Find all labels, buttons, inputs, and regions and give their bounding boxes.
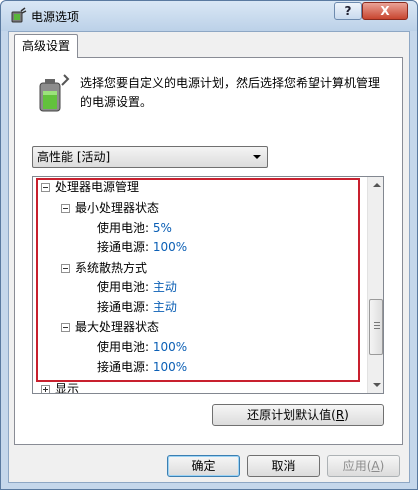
grip-line (374, 322, 380, 323)
setting-label: 接通电源: (97, 300, 150, 314)
tree-item-system-cooling[interactable]: 系统散热方式 (75, 259, 147, 277)
apply-button: 应用(A) (327, 455, 400, 477)
tree-item-min-battery[interactable]: 使用电池: 5% (97, 219, 172, 237)
tree-item-max-processor-state[interactable]: 最大处理器状态 (75, 318, 159, 336)
power-plan-selected-value: 高性能 [活动] (37, 150, 111, 164)
grip-line (374, 328, 380, 329)
ok-button[interactable]: 确定 (167, 455, 240, 477)
button-label-suffix: ) (344, 408, 349, 422)
tree-item-processor-power[interactable]: 处理器电源管理 (55, 178, 139, 196)
power-plan-select[interactable]: 高性能 [活动] (32, 146, 268, 168)
collapse-icon[interactable] (61, 323, 70, 332)
tree-item-display[interactable]: 显示 (55, 380, 79, 393)
setting-label: 使用电池: (97, 340, 150, 354)
setting-value[interactable]: 5% (153, 221, 172, 235)
tab-advanced-settings[interactable]: 高级设置 (14, 34, 78, 58)
restore-defaults-button[interactable]: 还原计划默认值(R) (212, 404, 384, 426)
setting-value[interactable]: 100% (153, 360, 187, 374)
button-accesskey: A (371, 459, 380, 473)
setting-label: 使用电池: (97, 221, 150, 235)
collapse-icon[interactable] (61, 204, 70, 213)
button-accesskey: R (335, 408, 345, 422)
setting-label: 使用电池: (97, 280, 150, 294)
scroll-up-icon[interactable] (373, 183, 381, 187)
close-button[interactable]: X (362, 2, 408, 20)
tree-item-max-plugged[interactable]: 接通电源: 100% (97, 358, 187, 376)
setting-value[interactable]: 主动 (153, 300, 177, 314)
chevron-down-icon[interactable] (253, 155, 261, 159)
setting-label: 接通电源: (97, 240, 150, 254)
window-title: 电源选项 (31, 10, 80, 24)
battery-icon (39, 74, 70, 112)
grip-line (374, 325, 380, 326)
button-label: 应用( (342, 459, 372, 473)
tree-item-min-plugged[interactable]: 接通电源: 100% (97, 238, 187, 256)
setting-label: 接通电源: (97, 360, 150, 374)
scroll-thumb[interactable] (369, 299, 383, 355)
button-label-suffix: ) (379, 459, 385, 473)
setting-value[interactable]: 100% (153, 240, 187, 254)
description-text: 选择您要自定义的电源计划，然后选择您希望计算机管理的电源设置。 (80, 76, 381, 109)
button-label: 还原计划默认值( (247, 408, 336, 422)
power-options-icon (11, 7, 27, 23)
title-bar[interactable]: 电源选项 ? X (1, 1, 417, 31)
tree-scrollbar[interactable] (367, 177, 383, 393)
tree-item-cooling-plugged[interactable]: 接通电源: 主动 (97, 298, 177, 316)
setting-value[interactable]: 主动 (153, 280, 177, 294)
help-button[interactable]: ? (334, 2, 362, 20)
expand-icon[interactable] (41, 385, 50, 393)
scroll-down-icon[interactable] (373, 383, 381, 387)
tree-item-min-processor-state[interactable]: 最小处理器状态 (75, 199, 159, 217)
setting-value[interactable]: 100% (153, 340, 187, 354)
cancel-button[interactable]: 取消 (247, 455, 320, 477)
collapse-icon[interactable] (61, 264, 70, 273)
tree-item-cooling-battery[interactable]: 使用电池: 主动 (97, 278, 177, 296)
collapse-icon[interactable] (41, 183, 50, 192)
settings-tree: 处理器电源管理 最小处理器状态 使用电池: 5% 接通电源: 100% 系统散热… (32, 176, 384, 394)
tree-item-max-battery[interactable]: 使用电池: 100% (97, 338, 187, 356)
